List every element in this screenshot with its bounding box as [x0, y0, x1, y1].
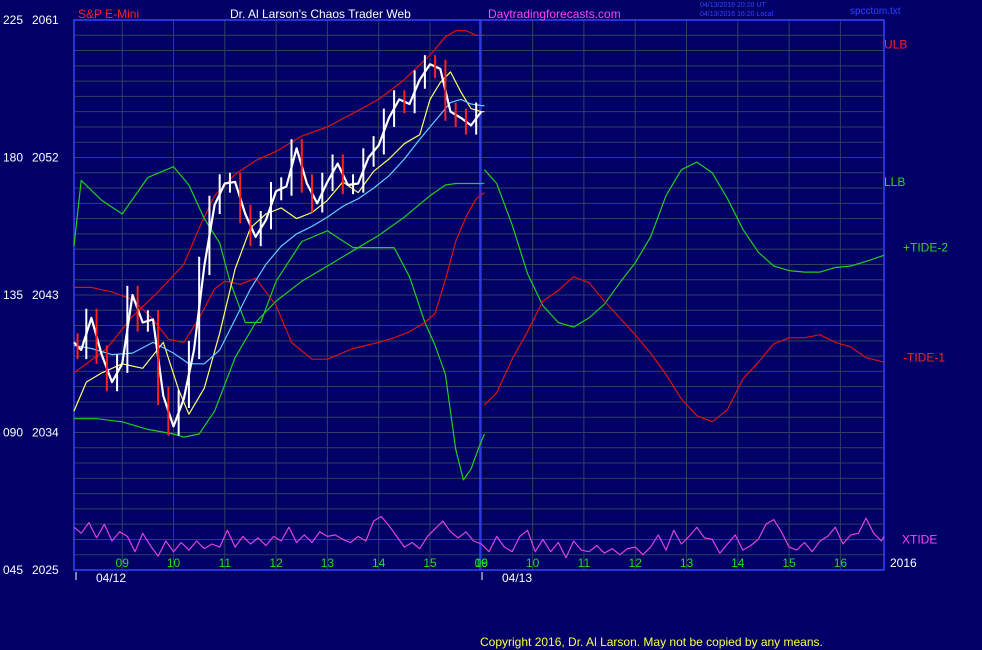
legend-label: LLB: [884, 175, 905, 189]
y-tick-label-left: 135: [3, 288, 23, 302]
x-tick-label: 15: [782, 556, 796, 570]
y-tick-label-left: 090: [3, 426, 23, 440]
x-tick-label: 11: [578, 556, 591, 570]
copyright-notice: Copyright 2016, Dr. Al Larson. May not b…: [480, 635, 823, 649]
x-date-label: 04/12: [96, 571, 126, 585]
y-tick-label-price: 2052: [32, 151, 59, 165]
x-tick-label: 13: [321, 556, 335, 570]
symbol-label: S&P E-Mini: [78, 7, 139, 21]
legend-label: XTIDE: [902, 532, 937, 546]
x-date-label: 04/13: [502, 571, 532, 585]
legend-label: +TIDE-2: [903, 241, 948, 255]
x-tick-label: 10: [526, 556, 540, 570]
timestamp-ut: 04/13/2016 20:20 UT: [700, 2, 766, 9]
x-tick-label: 16: [834, 556, 848, 570]
legend-label: ULB: [884, 37, 907, 51]
x-tick-label: 15: [423, 556, 437, 570]
x-tick-label: 10: [167, 556, 181, 570]
y-tick-label-price: 2025: [32, 563, 59, 577]
x-tick-label: 12: [269, 556, 283, 570]
site-link[interactable]: Daytradingforecasts.com: [488, 7, 621, 21]
page-title: Dr. Al Larson's Chaos Trader Web: [230, 7, 411, 21]
timestamp-local: 04/13/2016 16:20 Local: [700, 11, 774, 18]
x-tick-label: 14: [372, 556, 386, 570]
y-tick-label-left: 180: [3, 151, 23, 165]
data-file-label: spcctom.txt: [850, 6, 901, 17]
x-tick-label: 12: [629, 556, 643, 570]
x-tick-label: 09: [475, 556, 489, 570]
y-tick-label-left: 045: [3, 563, 23, 577]
y-tick-label-price: 2043: [32, 288, 59, 302]
chart: 225 2061 180 2052 135 2043 090 2034 045 2025 09 10 1…: [0, 0, 982, 650]
x-tick-label: 14: [731, 556, 745, 570]
y-tick-label-price: 2061: [32, 13, 59, 27]
legend-label: -TIDE-1: [903, 351, 945, 365]
x-tick-label: 11: [219, 556, 232, 570]
y-tick-label-price: 2034: [32, 426, 59, 440]
year-label: 2016: [890, 556, 917, 570]
x-tick-label: 09: [116, 556, 130, 570]
x-tick-label: 13: [680, 556, 694, 570]
y-tick-label-left: 225: [3, 13, 23, 27]
